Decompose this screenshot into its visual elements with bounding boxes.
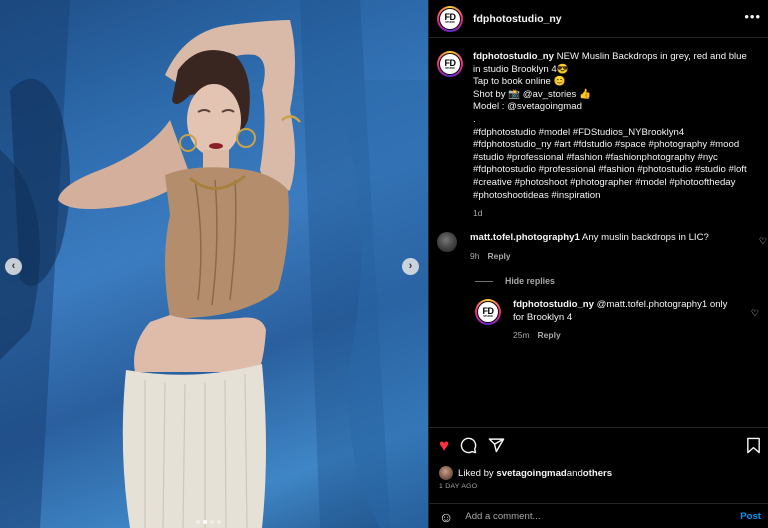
avatar-logo-subtext: STUDIO (445, 21, 455, 24)
avatar[interactable]: FD STUDIO (475, 299, 501, 325)
comments-scroll-area[interactable]: FD STUDIO fdphotostudio_ny NEW Muslin Ba… (429, 39, 768, 427)
comment-icon[interactable] (460, 437, 477, 458)
avatar[interactable]: FD STUDIO (437, 5, 463, 32)
avatar[interactable] (439, 466, 453, 480)
post-timestamp: 1 DAY AGO (439, 483, 478, 490)
reply-line: fdphotostudio_ny @matt.tofel.photography… (513, 299, 738, 324)
reply-item: FD STUDIO fdphotostudio_ny @matt.tofel.p… (475, 299, 759, 342)
carousel-dot (210, 520, 214, 524)
add-comment-bar: ☺ Post (429, 503, 768, 528)
liked-by-and: and (566, 467, 583, 479)
caption-timestamp: 1d (473, 208, 483, 219)
carousel-dot (217, 520, 221, 524)
divider (475, 280, 493, 282)
caption: FD STUDIO fdphotostudio_ny NEW Muslin Ba… (437, 51, 757, 220)
more-options-icon[interactable]: ••• (744, 10, 761, 23)
reply-button[interactable]: Reply (487, 251, 510, 261)
comment-timestamp: 9h (470, 250, 480, 261)
comment-username[interactable]: matt.tofel.photography1 (470, 232, 580, 243)
caption-text-line: Tap to book online 😊 (473, 76, 566, 88)
comment-text: Any muslin backdrops in LIC? (579, 232, 709, 243)
avatar-logo: FD STUDIO (477, 301, 499, 323)
comment-line: matt.tofel.photography1 Any muslin backd… (470, 232, 720, 245)
caption-text-line: . (473, 113, 476, 125)
reply-body: fdphotostudio_ny @matt.tofel.photography… (513, 299, 738, 342)
hide-replies-label: Hide replies (505, 276, 555, 286)
emoji-icon[interactable]: ☺ (439, 509, 453, 525)
caption-text-line: Shot by 📸 @av_stories 👍 (473, 88, 591, 100)
liked-by-prefix: Liked by (458, 467, 494, 479)
header-username[interactable]: fdphotostudio_ny (473, 13, 562, 25)
caption-avatar[interactable]: FD STUDIO (437, 51, 463, 77)
post-details-panel: FD STUDIO fdphotostudio_ny ••• FD STUDIO… (428, 0, 768, 528)
instagram-post-view: ‹ › FD STUDIO fdphotostudio_ny ••• FD ST… (0, 0, 768, 528)
caption-text-line: Model : @svetagoingmad (473, 101, 582, 113)
reply-username[interactable]: fdphotostudio_ny (513, 299, 594, 310)
share-icon[interactable] (488, 437, 505, 458)
liked-by: Liked by svetagoingmad and others (439, 466, 612, 480)
avatar-logo: FD STUDIO (439, 53, 461, 75)
chevron-left-icon: ‹ (11, 260, 16, 272)
reply-button[interactable]: Reply (538, 330, 561, 340)
heart-filled-icon[interactable]: ♥ (439, 437, 449, 458)
bookmark-icon[interactable] (746, 437, 761, 458)
reply-meta: 25m Reply (513, 329, 738, 342)
carousel-dot (196, 520, 200, 524)
carousel-indicator (196, 520, 221, 524)
heart-outline-icon[interactable]: ♡ (751, 308, 759, 319)
caption-hashtags[interactable]: #fdphotostudio #model #FDStudios_NYBrook… (473, 127, 753, 203)
comment-body: matt.tofel.photography1 Any muslin backd… (470, 232, 720, 262)
action-bar: ♥ Liked by svetagoingmad and others 1 DA… (429, 427, 768, 528)
next-slide-button[interactable]: › (402, 258, 419, 275)
post-image[interactable]: ‹ › (0, 0, 428, 528)
avatar-logo-subtext: STUDIO (445, 66, 455, 70)
heart-outline-icon[interactable]: ♡ (759, 236, 767, 247)
previous-slide-button[interactable]: ‹ (5, 258, 22, 275)
avatar-logo-text: FD (444, 12, 457, 22)
avatar-logo-text: FD (444, 57, 457, 68)
caption-text: fdphotostudio_ny NEW Muslin Backdrops in… (473, 51, 753, 220)
avatar-logo-text: FD (482, 305, 495, 316)
action-icons: ♥ (439, 437, 505, 458)
caption-username[interactable]: fdphotostudio_ny (473, 51, 554, 62)
comment-item: matt.tofel.photography1 Any muslin backd… (437, 232, 767, 262)
liked-by-others[interactable]: others (583, 468, 612, 479)
hide-replies-button[interactable]: Hide replies (475, 276, 555, 286)
avatar-logo: FD STUDIO (439, 7, 461, 30)
avatar[interactable] (437, 232, 457, 252)
post-header: FD STUDIO fdphotostudio_ny ••• (429, 0, 768, 38)
model-photo (0, 0, 428, 528)
carousel-dot-active (203, 520, 207, 524)
caption-line: fdphotostudio_ny NEW Muslin Backdrops in… (473, 51, 753, 76)
avatar-logo-subtext: STUDIO (483, 314, 493, 318)
chevron-right-icon: › (408, 260, 413, 272)
comment-meta: 9h Reply (470, 250, 720, 263)
post-button[interactable]: Post (740, 511, 761, 522)
reply-timestamp: 25m (513, 330, 530, 341)
liked-by-user[interactable]: svetagoingmad (496, 468, 566, 479)
comment-input[interactable] (465, 511, 726, 522)
